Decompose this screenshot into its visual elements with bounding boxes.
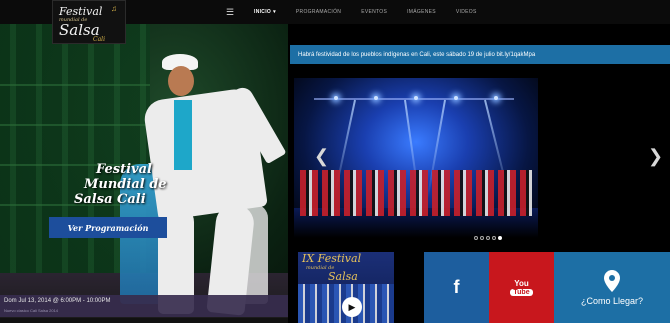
event-subtitle: Nuevo clasico Cali Salsa 2014: [4, 308, 59, 313]
facebook-icon: f: [453, 277, 460, 297]
youtube-icon: You Tube: [510, 279, 533, 296]
como-llegar-label: ¿Como Llegar?: [580, 295, 644, 306]
video-thumbnail[interactable]: IX Festival mundial de Salsa ▶: [298, 252, 394, 323]
hero-title-line: Salsa Cali: [74, 192, 146, 207]
hero-title: Festival Mundial de Salsa Cali: [74, 162, 202, 207]
slider-dot[interactable]: [492, 236, 496, 240]
event-info-bar[interactable]: Dom Jul 13, 2014 @ 6:00PM - 10:00PM Nuev…: [0, 295, 288, 317]
youtube-link[interactable]: You Tube: [489, 252, 554, 323]
photo-slider: ❮ ❯: [290, 64, 670, 246]
slider-dot[interactable]: [486, 236, 490, 240]
slider-dot-active[interactable]: [498, 236, 502, 240]
poster-title: IX Festival: [302, 252, 362, 265]
map-pin-icon: [604, 269, 620, 292]
youtube-icon-tube: Tube: [510, 289, 533, 296]
chevron-down-icon: ▾: [273, 9, 276, 15]
hero-title-line: Mundial de: [84, 177, 167, 192]
chevron-right-icon[interactable]: ❯: [648, 146, 663, 167]
chevron-left-icon[interactable]: ❮: [314, 146, 329, 167]
como-llegar-link[interactable]: ¿Como Llegar?: [554, 252, 670, 323]
youtube-icon-you: You: [514, 279, 529, 288]
slide-image: [294, 78, 538, 238]
news-ticker[interactable]: Habrá festividad de los pueblos indígena…: [290, 45, 670, 64]
music-notes-icon: ♫: [111, 4, 117, 13]
play-icon[interactable]: ▶: [342, 297, 362, 317]
nav-item-imagenes[interactable]: IMÁGENES: [397, 0, 446, 24]
hamburger-icon[interactable]: ☰: [220, 0, 240, 24]
hero-banner: Festival Mundial de Salsa Cali Ver Progr…: [0, 24, 288, 323]
nav-item-programacion[interactable]: PROGRAMACIÓN: [286, 0, 351, 24]
main-nav: ☰ INICIO ▾ PROGRAMACIÓN EVENTOS IMÁGENES …: [220, 0, 487, 24]
logo-text: Cali: [93, 36, 106, 43]
nav-item-videos[interactable]: VIDEOS: [446, 0, 487, 24]
hero-title-line: Festival: [96, 162, 152, 177]
event-next-strip: [0, 318, 288, 323]
nav-item-eventos[interactable]: EVENTOS: [351, 0, 397, 24]
slider-pagination: [474, 236, 502, 240]
site-logo[interactable]: Festival mundial de Salsa Cali ♫: [52, 0, 126, 44]
poster-title: Salsa: [328, 270, 358, 283]
slider-dot[interactable]: [480, 236, 484, 240]
nav-item-inicio[interactable]: INICIO ▾: [244, 0, 286, 24]
slider-dot[interactable]: [474, 236, 478, 240]
ver-programacion-button[interactable]: Ver Programación: [49, 217, 167, 238]
facebook-link[interactable]: f: [424, 252, 489, 323]
event-date: Dom Jul 13, 2014 @ 6:00PM - 10:00PM: [4, 298, 111, 304]
